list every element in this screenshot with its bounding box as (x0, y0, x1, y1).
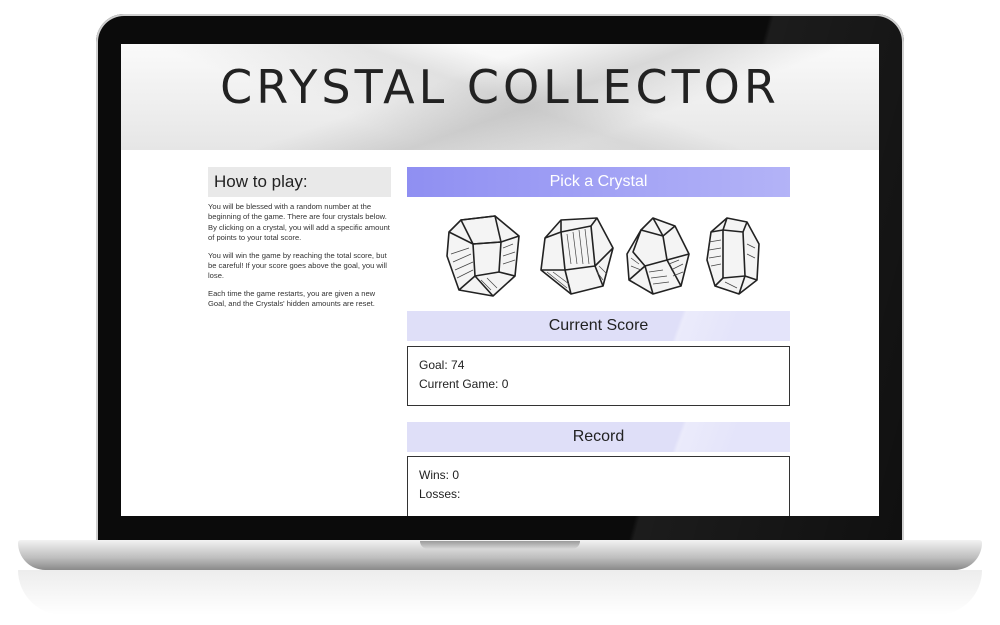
how-to-play-paragraph: You will be blessed with a random number… (208, 202, 390, 243)
losses-value: Losses: (419, 487, 461, 501)
page-header: CRYSTAL COLLECTOR (121, 44, 879, 150)
wins-value: Wins: 0 (419, 468, 460, 482)
laptop-notch (420, 541, 580, 549)
how-to-play-text: You will be blessed with a random number… (208, 202, 391, 317)
laptop-shadow (18, 570, 982, 615)
page-title: CRYSTAL COLLECTOR (220, 60, 780, 114)
record-box: Wins: 0 Losses: (407, 456, 790, 516)
screen: CRYSTAL COLLECTOR How to play: You will … (121, 44, 879, 516)
pick-crystal-banner: Pick a Crystal (407, 167, 790, 197)
crystal-row (407, 214, 790, 298)
goal-value: Goal: 74 (419, 358, 465, 372)
how-to-play-paragraph: You will win the game by reaching the to… (208, 250, 387, 281)
current-score-banner: Current Score (407, 311, 790, 341)
score-box: Goal: 74 Current Game: 0 (407, 346, 790, 406)
current-game-value: Current Game: 0 (419, 377, 509, 391)
how-to-play-paragraph: Each time the game restarts, you are giv… (208, 288, 376, 309)
record-banner: Record (407, 422, 790, 452)
crystal-1-button[interactable] (443, 214, 523, 298)
crystal-2-button[interactable] (537, 214, 617, 298)
crystal-3-button[interactable] (623, 214, 695, 298)
how-to-play-heading: How to play: (208, 167, 391, 197)
crystal-4-button[interactable] (703, 214, 765, 298)
